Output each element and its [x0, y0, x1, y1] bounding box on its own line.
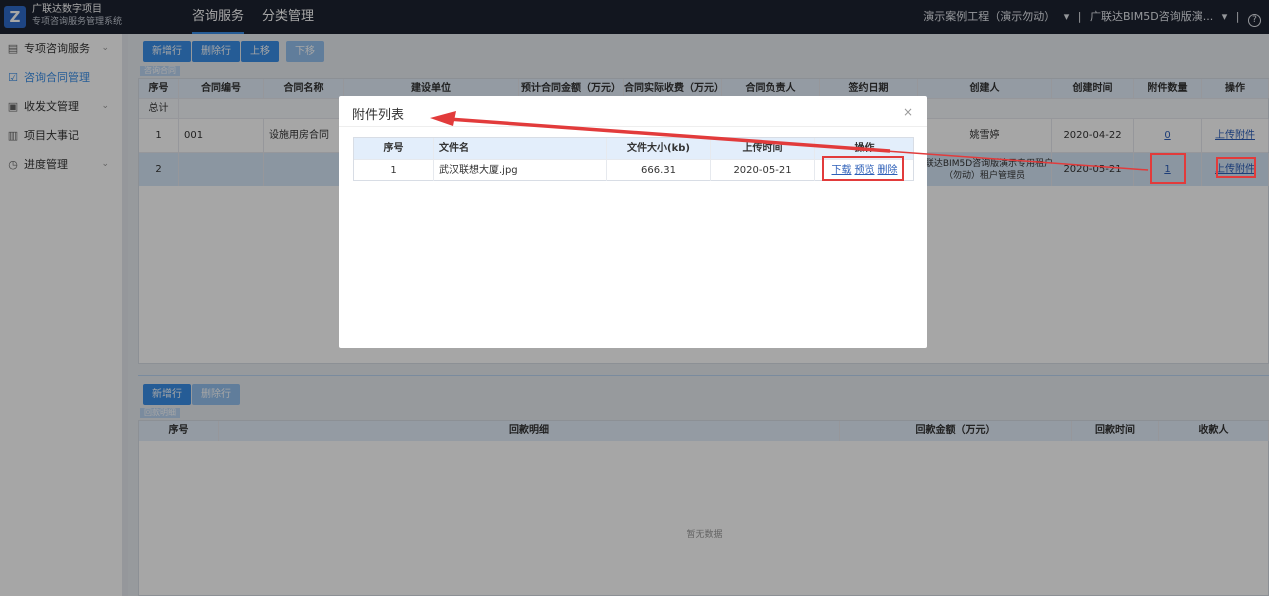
- header-cell: 文件大小(kb): [607, 138, 711, 159]
- annotation-box-actions: [822, 156, 904, 181]
- attachment-list-dialog: 附件列表 × 序号 文件名 文件大小(kb) 上传时间 操作 1 武汉联想大厦.…: [339, 96, 927, 348]
- header-cell: 文件名: [434, 138, 607, 159]
- close-icon[interactable]: ×: [903, 105, 913, 119]
- header-cell: 上传时间: [711, 138, 815, 159]
- dialog-divider: [339, 126, 927, 127]
- header-cell: 序号: [354, 138, 434, 159]
- row-index: 1: [354, 160, 434, 181]
- annotation-box-attachment-count: [1150, 153, 1186, 184]
- annotation-box-upload: [1216, 157, 1256, 178]
- dialog-title: 附件列表: [352, 108, 405, 123]
- file-size: 666.31: [607, 160, 711, 181]
- file-name: 武汉联想大厦.jpg: [434, 160, 607, 181]
- upload-time: 2020-05-21: [711, 160, 815, 181]
